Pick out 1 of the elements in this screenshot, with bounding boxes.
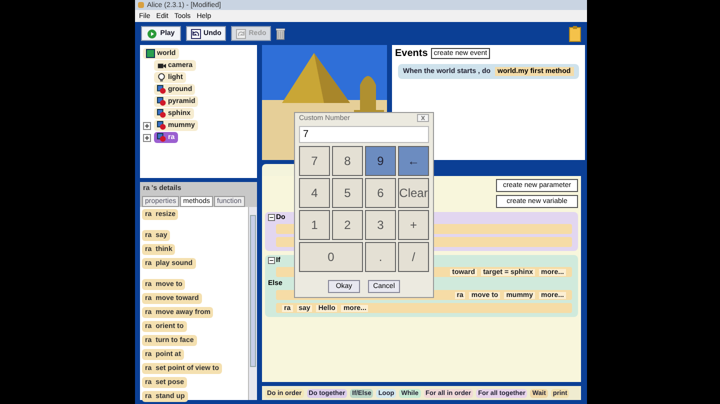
events-title: Events: [395, 48, 428, 59]
